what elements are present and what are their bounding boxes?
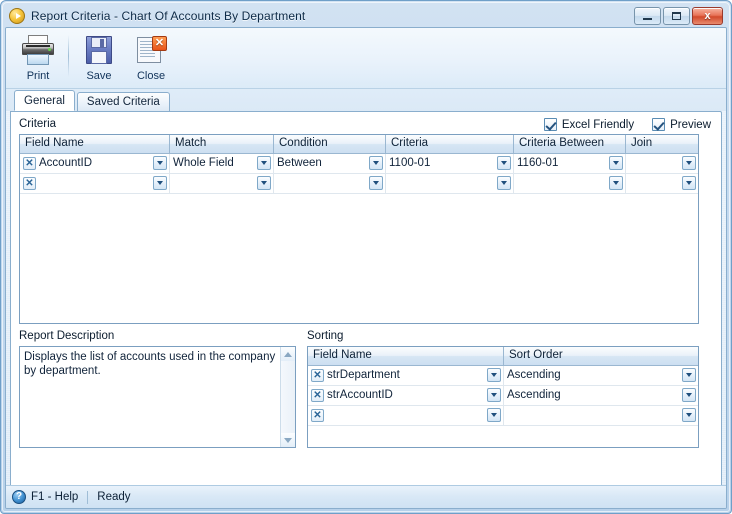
close-button[interactable]: ✕ Close [125, 33, 177, 82]
question-circle-icon[interactable]: ? [12, 490, 26, 504]
sorting-field-name-value: strDepartment [327, 369, 400, 381]
print-button-label: Print [26, 70, 50, 82]
criteria-value: 1100-01 [389, 157, 431, 169]
preview-checkbox[interactable] [652, 118, 666, 131]
criteria-condition-dropdown[interactable] [369, 176, 383, 190]
sorting-sort-order-value: Ascending [507, 369, 561, 381]
tab-saved-criteria-label: Saved Criteria [86, 96, 160, 108]
window-title: Report Criteria - Chart Of Accounts By D… [31, 9, 306, 23]
sorting-field-name-dropdown[interactable] [487, 368, 501, 382]
report-description-label: Report Description [19, 330, 115, 342]
criteria-match-dropdown[interactable] [257, 156, 271, 170]
criteria-match-value: Whole Field [173, 157, 234, 169]
sorting-field-name-dropdown[interactable] [487, 408, 501, 422]
printer-icon [21, 35, 55, 67]
minimize-button[interactable] [634, 7, 661, 25]
close-window-button[interactable]: x [692, 7, 723, 25]
table-row[interactable]: ✕ [308, 406, 698, 426]
scroll-down-icon[interactable] [281, 433, 295, 447]
criteria-field-name-dropdown[interactable] [153, 156, 167, 170]
criteria-between-dropdown[interactable] [609, 176, 623, 190]
table-row[interactable]: ✕ AccountID Whole Field Between 1100-01 [20, 154, 698, 174]
tab-page-general: Excel Friendly Preview Criteria Field Na… [10, 111, 722, 488]
criteria-col-field-name[interactable]: Field Name [20, 135, 170, 153]
criteria-value-dropdown[interactable] [497, 156, 511, 170]
maximize-icon [672, 12, 681, 20]
save-button[interactable]: Save [73, 33, 125, 82]
maximize-button[interactable] [663, 7, 690, 25]
status-bar: ? F1 - Help Ready [6, 485, 726, 508]
tab-general[interactable]: General [14, 90, 75, 111]
table-row[interactable]: ✕ [20, 174, 698, 194]
excel-friendly-checkbox[interactable] [543, 118, 557, 131]
status-text: Ready [97, 491, 131, 503]
criteria-field-name-dropdown[interactable] [153, 176, 167, 190]
sorting-sort-order-value: Ascending [507, 389, 561, 401]
sorting-grid[interactable]: Field Name Sort Order ✕ strDepartment As… [307, 346, 699, 448]
delete-row-button[interactable]: ✕ [311, 409, 324, 422]
criteria-col-condition[interactable]: Condition [274, 135, 386, 153]
excel-friendly-label: Excel Friendly [561, 118, 635, 131]
sorting-group-label: Sorting [307, 330, 344, 342]
sorting-sort-order-dropdown[interactable] [682, 368, 696, 382]
sorting-field-name-value: strAccountID [327, 389, 393, 401]
delete-row-button[interactable]: ✕ [23, 157, 36, 170]
preview-label: Preview [670, 118, 711, 131]
criteria-grid[interactable]: Field Name Match Condition Criteria Crit… [19, 134, 699, 324]
floppy-disk-icon [82, 35, 116, 67]
status-separator [87, 490, 89, 504]
report-description-scrollbar[interactable] [280, 347, 295, 447]
table-row[interactable]: ✕ strDepartment Ascending [308, 366, 698, 386]
report-description-box[interactable]: Displays the list of accounts used in th… [19, 346, 296, 448]
criteria-col-criteria-between[interactable]: Criteria Between [514, 135, 626, 153]
criteria-col-join[interactable]: Join [626, 135, 698, 153]
criteria-condition-dropdown[interactable] [369, 156, 383, 170]
tab-strip: General Saved Criteria [6, 89, 726, 111]
delete-row-button[interactable]: ✕ [311, 369, 324, 382]
report-options: Excel Friendly Preview [543, 118, 711, 131]
close-button-label: Close [136, 70, 166, 82]
criteria-col-match[interactable]: Match [170, 135, 274, 153]
excel-friendly-option[interactable]: Excel Friendly [543, 118, 635, 131]
close-icon: x [704, 9, 711, 22]
report-description-text: Displays the list of accounts used in th… [24, 351, 276, 377]
sorting-col-field-name[interactable]: Field Name [308, 347, 504, 365]
criteria-match-dropdown[interactable] [257, 176, 271, 190]
scroll-up-icon[interactable] [281, 347, 295, 361]
criteria-join-dropdown[interactable] [682, 176, 696, 190]
criteria-field-name-value: AccountID [39, 157, 93, 169]
criteria-group-label: Criteria [19, 118, 57, 130]
toolbar-separator [68, 35, 69, 77]
document-close-icon: ✕ [134, 35, 168, 67]
play-circle-icon [9, 8, 25, 24]
criteria-col-criteria[interactable]: Criteria [386, 135, 514, 153]
sorting-sort-order-dropdown[interactable] [682, 388, 696, 402]
criteria-value-dropdown[interactable] [497, 176, 511, 190]
report-criteria-window: Report Criteria - Chart Of Accounts By D… [0, 0, 732, 514]
window-controls: x [634, 7, 725, 25]
title-bar: Report Criteria - Chart Of Accounts By D… [5, 5, 727, 27]
minimize-icon [643, 18, 652, 20]
tab-general-label: General [24, 95, 65, 107]
criteria-between-value: 1160-01 [517, 157, 559, 169]
sorting-col-sort-order[interactable]: Sort Order [504, 347, 698, 365]
save-button-label: Save [86, 70, 112, 82]
client-area: Print Save ✕ Close General Saved Criteri… [5, 27, 727, 509]
tab-saved-criteria[interactable]: Saved Criteria [76, 92, 170, 111]
sorting-sort-order-dropdown[interactable] [682, 408, 696, 422]
toolbar: Print Save ✕ Close [6, 28, 726, 89]
print-button[interactable]: Print [12, 33, 64, 82]
criteria-grid-header: Field Name Match Condition Criteria Crit… [20, 135, 698, 154]
preview-option[interactable]: Preview [652, 118, 711, 131]
criteria-between-dropdown[interactable] [609, 156, 623, 170]
sorting-grid-header: Field Name Sort Order [308, 347, 698, 366]
criteria-condition-value: Between [277, 157, 322, 169]
help-label[interactable]: F1 - Help [31, 491, 78, 503]
table-row[interactable]: ✕ strAccountID Ascending [308, 386, 698, 406]
delete-row-button[interactable]: ✕ [311, 389, 324, 402]
criteria-join-dropdown[interactable] [682, 156, 696, 170]
sorting-field-name-dropdown[interactable] [487, 388, 501, 402]
delete-row-button[interactable]: ✕ [23, 177, 36, 190]
